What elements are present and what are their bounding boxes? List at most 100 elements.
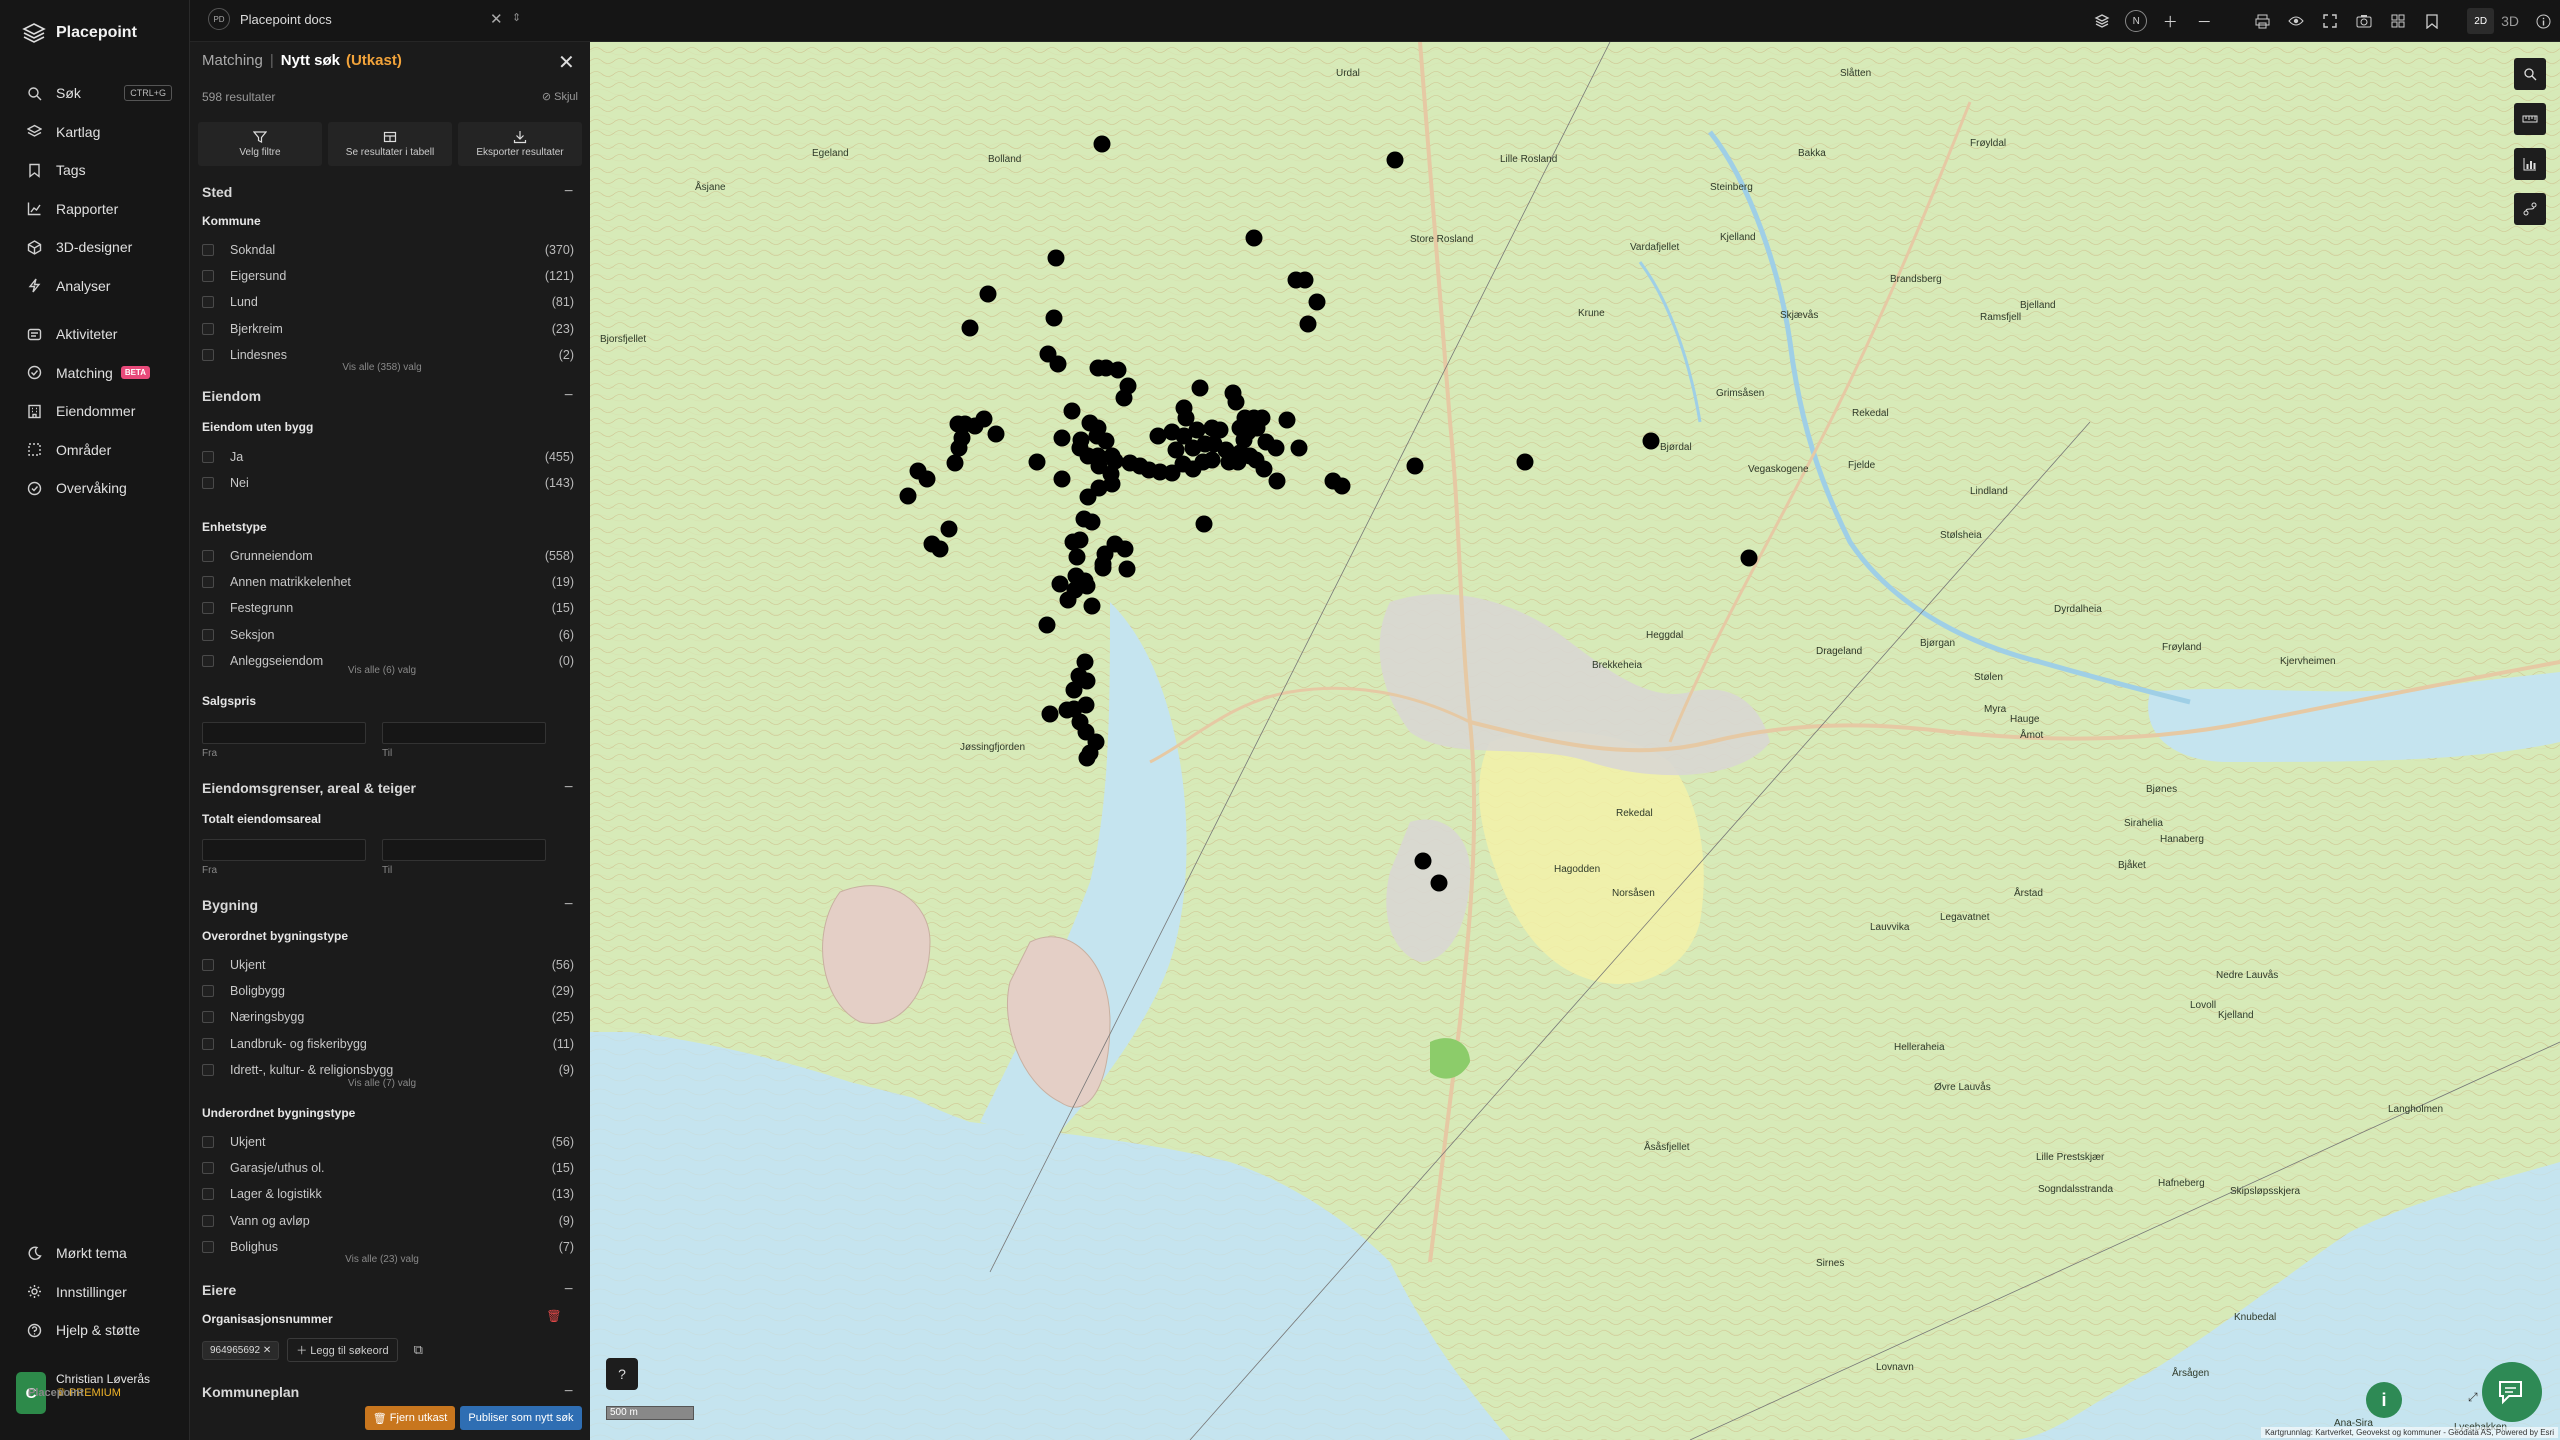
- result-marker[interactable]: [1267, 439, 1285, 457]
- overordnet-option[interactable]: Ukjent (56): [202, 955, 574, 975]
- checkbox[interactable]: [202, 322, 214, 335]
- result-marker[interactable]: [1038, 616, 1056, 634]
- checkbox[interactable]: [202, 602, 214, 615]
- result-marker[interactable]: [987, 425, 1005, 443]
- breadcrumb-matching[interactable]: Matching: [202, 52, 263, 69]
- result-marker[interactable]: [1296, 271, 1314, 289]
- view-table-button[interactable]: Se resultater i tabell: [328, 122, 452, 166]
- result-marker[interactable]: [1308, 293, 1326, 311]
- result-marker[interactable]: [931, 540, 949, 558]
- result-marker[interactable]: [1078, 749, 1096, 767]
- result-marker[interactable]: [1064, 533, 1082, 551]
- overordnet-option[interactable]: Boligbygg (29): [202, 981, 574, 1001]
- enhetstype-show-all-link[interactable]: Vis alle (6) valg: [282, 665, 482, 676]
- result-marker[interactable]: [1079, 488, 1097, 506]
- collapse-icon[interactable]: −: [564, 387, 573, 405]
- zoom-out-icon[interactable]: －: [2187, 0, 2221, 42]
- enhetstype-option[interactable]: Annen matrikkelenhet (19): [202, 572, 574, 592]
- print-icon[interactable]: [2245, 0, 2279, 42]
- chart-icon[interactable]: [2514, 148, 2546, 180]
- result-marker[interactable]: [1078, 577, 1096, 595]
- sidebar-item-hjelp-st-tte[interactable]: Hjelp & støtte: [0, 1311, 190, 1350]
- checkbox[interactable]: [202, 1011, 214, 1024]
- mode-3d-button[interactable]: 3D: [2494, 8, 2526, 34]
- result-marker[interactable]: [1245, 229, 1263, 247]
- map-view[interactable]: Slåtten Urdal Egeland Bolland Lille Rosland B…: [590, 42, 2560, 1440]
- kommune-show-all-link[interactable]: Vis alle (358) valg: [282, 362, 482, 373]
- result-marker[interactable]: [1049, 355, 1067, 373]
- underordnet-option[interactable]: Ukjent (56): [202, 1132, 574, 1152]
- kommune-option[interactable]: Bjerkreim (23): [202, 319, 574, 339]
- result-marker[interactable]: [1116, 540, 1134, 558]
- fullscreen-icon[interactable]: [2313, 0, 2347, 42]
- sidebar-item-matching[interactable]: Matching BETA: [0, 354, 190, 393]
- checkbox[interactable]: [202, 296, 214, 309]
- result-marker[interactable]: [1053, 470, 1071, 488]
- sidebar-item-overv-king[interactable]: Overvåking: [0, 469, 190, 508]
- result-marker[interactable]: [1740, 549, 1758, 567]
- result-marker[interactable]: [1227, 393, 1245, 411]
- compass-button[interactable]: N: [2119, 0, 2153, 42]
- section-kommuneplan-title[interactable]: Kommuneplan: [202, 1384, 299, 1400]
- camera-icon[interactable]: [2347, 0, 2381, 42]
- checkbox[interactable]: [202, 1240, 214, 1253]
- checkbox[interactable]: [202, 348, 214, 361]
- brand[interactable]: Placepoint: [22, 20, 137, 46]
- chevron-updown-icon[interactable]: ⇕: [512, 11, 521, 24]
- result-marker[interactable]: [979, 285, 997, 303]
- result-marker[interactable]: [1299, 315, 1317, 333]
- checkbox[interactable]: [202, 1214, 214, 1227]
- result-marker[interactable]: [1406, 457, 1424, 475]
- org-number-chip[interactable]: 964965692 ✕: [202, 1340, 280, 1360]
- sidebar-item-kartlag[interactable]: Kartlag: [0, 113, 190, 152]
- trash-icon[interactable]: 🗑: [545, 1307, 563, 1325]
- help-circle-icon[interactable]: ?: [606, 1358, 638, 1390]
- section-eiendom-title[interactable]: Eiendom: [202, 388, 261, 404]
- checkbox[interactable]: [202, 477, 214, 490]
- remove-draft-button[interactable]: 🗑 Fjern utkast: [365, 1406, 455, 1430]
- uten-bygg-option[interactable]: Ja (455): [202, 447, 574, 467]
- sidebar-item-s-k[interactable]: Søk CTRL+G: [0, 74, 190, 113]
- checkbox[interactable]: [202, 1063, 214, 1076]
- result-marker[interactable]: [1065, 681, 1083, 699]
- result-marker[interactable]: [1045, 309, 1063, 327]
- underordnet-option[interactable]: Vann og avløp (9): [202, 1211, 574, 1231]
- result-marker[interactable]: [1195, 515, 1213, 533]
- result-marker[interactable]: [1149, 427, 1167, 445]
- section-grenser-title[interactable]: Eiendomsgrenser, areal & teiger: [202, 780, 416, 796]
- checkbox[interactable]: [202, 1037, 214, 1050]
- info-icon[interactable]: [2526, 0, 2560, 42]
- grid-icon[interactable]: [2381, 0, 2415, 42]
- result-marker[interactable]: [961, 319, 979, 337]
- result-marker[interactable]: [899, 487, 917, 505]
- sidebar-item-aktiviteter[interactable]: Aktiviteter: [0, 315, 190, 354]
- result-marker[interactable]: [1290, 439, 1308, 457]
- result-marker[interactable]: [1047, 249, 1065, 267]
- bookmark-icon[interactable]: [2415, 0, 2449, 42]
- result-marker[interactable]: [1191, 379, 1209, 397]
- result-marker[interactable]: [1051, 575, 1069, 593]
- underordnet-option[interactable]: Lager & logistikk (13): [202, 1184, 574, 1204]
- sidebar-item-analyser[interactable]: Analyser: [0, 267, 190, 306]
- areal-from-input[interactable]: [202, 839, 366, 861]
- expand-icon[interactable]: ⤢: [2468, 1390, 2478, 1405]
- sidebar-item-rapporter[interactable]: Rapporter: [0, 190, 190, 229]
- result-marker[interactable]: [975, 410, 993, 428]
- result-marker[interactable]: [1063, 402, 1081, 420]
- overordnet-option[interactable]: Næringsbygg (25): [202, 1007, 574, 1027]
- result-marker[interactable]: [1268, 472, 1286, 490]
- collapse-icon[interactable]: −: [564, 779, 573, 797]
- underordnet-show-all-link[interactable]: Vis alle (23) valg: [282, 1254, 482, 1265]
- collapse-icon[interactable]: −: [564, 1281, 573, 1299]
- zoom-in-icon[interactable]: ＋: [2153, 0, 2187, 42]
- hide-toggle[interactable]: ⊘ Skjul: [542, 90, 578, 103]
- user-profile[interactable]: C Christian Løverås Placepoint ♛ PREMIUM: [16, 1372, 176, 1422]
- checkbox[interactable]: [202, 244, 214, 256]
- result-marker[interactable]: [1642, 432, 1660, 450]
- add-keyword-button[interactable]: ＋ Legg til søkeord: [287, 1338, 398, 1362]
- result-marker[interactable]: [1053, 429, 1071, 447]
- result-marker[interactable]: [1109, 361, 1127, 379]
- close-icon[interactable]: ✕: [490, 10, 503, 28]
- salgspris-to-input[interactable]: [382, 722, 546, 744]
- checkbox[interactable]: [202, 576, 214, 589]
